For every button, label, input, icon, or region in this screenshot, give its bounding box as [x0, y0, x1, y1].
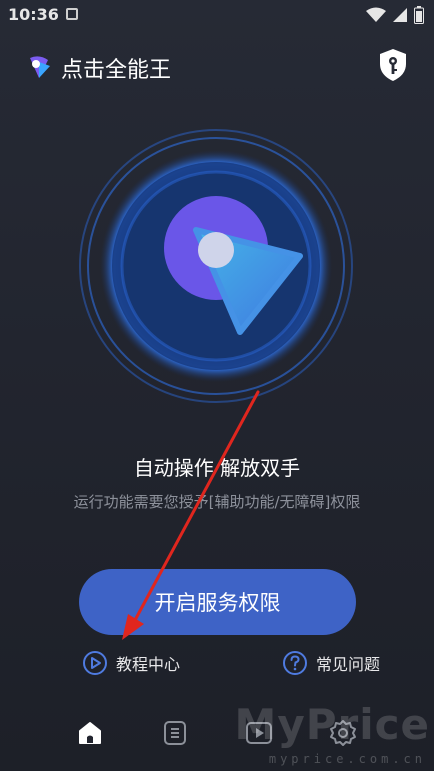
nav-list[interactable]: [160, 718, 190, 748]
shield-key-icon[interactable]: [378, 48, 408, 82]
signal-icon: [393, 8, 407, 22]
play-circle-icon: [83, 651, 107, 675]
status-icons: [366, 6, 424, 24]
headline: 自动操作 解放双手: [133, 456, 301, 480]
help-circle-icon: [283, 651, 307, 675]
wifi-icon: [366, 7, 386, 22]
battery-icon: [414, 6, 424, 24]
status-time: 10:36: [8, 5, 59, 24]
faq-label: 常见问题: [316, 655, 381, 674]
list-icon: [164, 721, 186, 745]
faq-link[interactable]: 常见问题: [282, 649, 380, 677]
app-title: 点击全能王: [61, 58, 172, 83]
tutorial-center-label: 教程中心: [116, 655, 181, 674]
permission-hint: 运行功能需要您授予[辅助功能/无障碍]权限: [73, 493, 361, 511]
enable-service-button[interactable]: 开启服务权限: [79, 569, 356, 635]
tutorial-center-link[interactable]: 教程中心: [82, 649, 180, 677]
home-icon: [79, 722, 101, 744]
nav-home[interactable]: [75, 718, 105, 748]
status-bar: 10:36: [0, 0, 434, 30]
app-logo-icon: [30, 56, 50, 78]
watermark: MyPrice: [234, 700, 430, 749]
hero-service-graphic: [79, 129, 353, 403]
watermark-url: myprice.com.cn: [268, 752, 426, 766]
notification-icon: [66, 8, 78, 20]
